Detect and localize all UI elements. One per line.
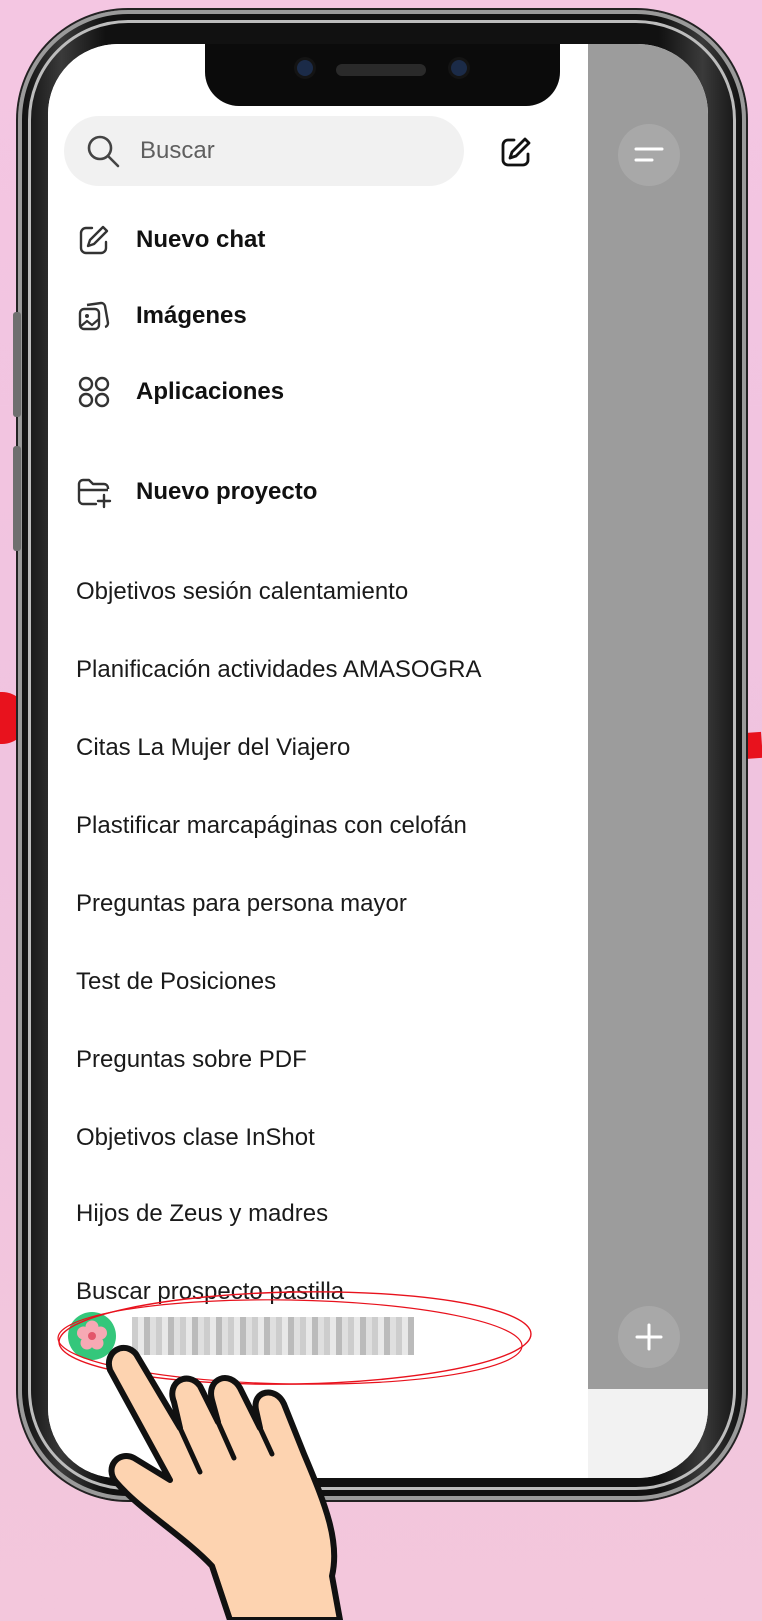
compose-icon bbox=[74, 220, 114, 260]
chat-history-item[interactable]: Test de Posiciones bbox=[76, 968, 276, 996]
camera-lens bbox=[297, 60, 313, 76]
speaker-grille bbox=[336, 64, 426, 76]
new-folder-icon bbox=[74, 472, 114, 512]
images-icon bbox=[74, 296, 114, 336]
menu-item-label: Nuevo proyecto bbox=[136, 478, 318, 505]
chat-history-item[interactable]: Plastificar marcapáginas con celofán bbox=[76, 812, 467, 840]
chat-history-item[interactable]: Citas La Mujer del Viajero bbox=[76, 734, 350, 762]
compose-icon bbox=[501, 137, 531, 167]
search-icon bbox=[87, 135, 120, 168]
menu-item-label: Aplicaciones bbox=[136, 378, 285, 405]
plus-icon bbox=[635, 1323, 663, 1351]
dimmed-bottom-strip bbox=[588, 1389, 708, 1478]
volume-down-button bbox=[13, 446, 21, 551]
apps-icon bbox=[74, 372, 114, 412]
sidebar-drawer: Buscar Nuevo chat Imágenes Aplicaciones … bbox=[48, 44, 588, 1478]
notch bbox=[205, 44, 560, 106]
menu-item-label: Imágenes bbox=[136, 302, 247, 329]
search-placeholder: Buscar bbox=[140, 137, 215, 164]
chat-history-item[interactable]: Objetivos sesión calentamiento bbox=[76, 578, 408, 606]
user-avatar[interactable] bbox=[68, 1312, 116, 1360]
menu-lines-icon bbox=[634, 147, 664, 162]
phone-screen: Buscar Nuevo chat Imágenes Aplicaciones … bbox=[48, 44, 708, 1478]
menu-item-images[interactable]: Imágenes bbox=[74, 294, 247, 338]
compose-button[interactable] bbox=[500, 136, 532, 173]
add-button[interactable] bbox=[618, 1306, 680, 1368]
volume-up-button bbox=[13, 312, 21, 417]
sensor-lens bbox=[451, 60, 467, 76]
menu-button[interactable] bbox=[618, 124, 680, 186]
menu-item-apps[interactable]: Aplicaciones bbox=[74, 370, 284, 414]
chat-history-item[interactable]: Preguntas para persona mayor bbox=[76, 890, 407, 918]
dimmed-chat-area[interactable] bbox=[588, 44, 708, 1444]
search-input[interactable]: Buscar bbox=[64, 116, 464, 186]
chat-history-item[interactable]: Objetivos clase InShot bbox=[76, 1124, 315, 1152]
chat-history-item[interactable]: Buscar prospecto pastilla bbox=[76, 1278, 344, 1306]
flower-avatar-icon bbox=[77, 1320, 107, 1350]
user-profile-row[interactable] bbox=[68, 1306, 414, 1366]
chat-history-item[interactable]: Hijos de Zeus y madres bbox=[76, 1200, 328, 1228]
chat-history-item[interactable]: Preguntas sobre PDF bbox=[76, 1046, 307, 1074]
menu-item-label: Nuevo chat bbox=[136, 226, 266, 253]
chat-history-item[interactable]: Planificación actividades AMASOGRA bbox=[76, 656, 482, 684]
menu-item-new-project[interactable]: Nuevo proyecto bbox=[74, 470, 317, 514]
menu-item-new-chat[interactable]: Nuevo chat bbox=[74, 218, 265, 262]
user-name-redacted bbox=[132, 1317, 414, 1355]
